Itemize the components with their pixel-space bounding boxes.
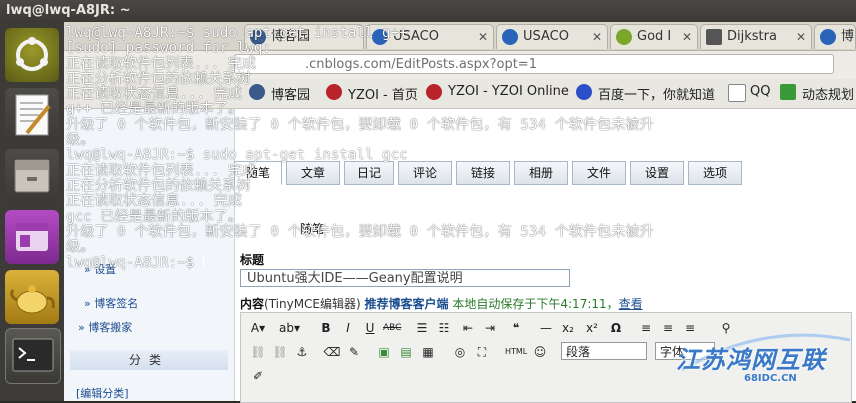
dash-home-icon[interactable]: [5, 28, 59, 82]
teapot-app-icon[interactable]: [5, 270, 59, 324]
terminal-line: 正在读取状态信息... 完成: [66, 193, 243, 210]
text-editor-icon[interactable]: [5, 88, 59, 142]
terminal-line: 升级了 0 个软件包，新安装了 0 个软件包，要卸载 0 个软件包，有 534 …: [66, 223, 654, 240]
terminal-line: 正在读取软件包列表... 完成: [66, 55, 257, 72]
terminal-line: lwq@lwq-A8JR:~$ sudo apt-get install gcc: [66, 147, 408, 164]
terminal-cursor: [202, 255, 204, 270]
purple-app-icon[interactable]: [5, 210, 59, 264]
terminal-line: lwq@lwq-A8JR:~$: [66, 255, 204, 272]
file-manager-icon[interactable]: [5, 149, 59, 203]
terminal-line: lwq@lwq-A8JR:~$ sudo apt-get install g++: [66, 25, 408, 41]
launcher: [0, 22, 65, 401]
terminal-line: 升级了 0 个软件包，新安装了 0 个软件包，要卸载 0 个软件包，有 534 …: [66, 116, 654, 133]
terminal-line: [sudo] password for lwq:: [66, 40, 271, 57]
terminal-line: 正在分析软件包的依赖关系树: [66, 70, 251, 87]
watermark-logo: 江苏鸿网互联 68IDC.CN: [672, 326, 856, 401]
terminal-line: 级。: [66, 239, 95, 256]
terminal-line: gcc 已经是最新的版本了。: [66, 208, 243, 225]
terminal-line: 正在分析软件包的依赖关系树: [66, 177, 251, 194]
watermark-subtext: 68IDC.CN: [744, 373, 797, 384]
terminal-line: 正在读取软件包列表... 完成: [66, 162, 257, 179]
window-title-bar: lwq@lwq-A8JR: ~: [0, 0, 856, 23]
terminal-icon[interactable]: [5, 328, 61, 384]
watermark-text: 江苏鸿网互联: [676, 346, 826, 374]
window-title: lwq@lwq-A8JR: ~: [6, 3, 131, 18]
terminal-line: g++ 已经是最新的版本了。: [66, 101, 243, 118]
